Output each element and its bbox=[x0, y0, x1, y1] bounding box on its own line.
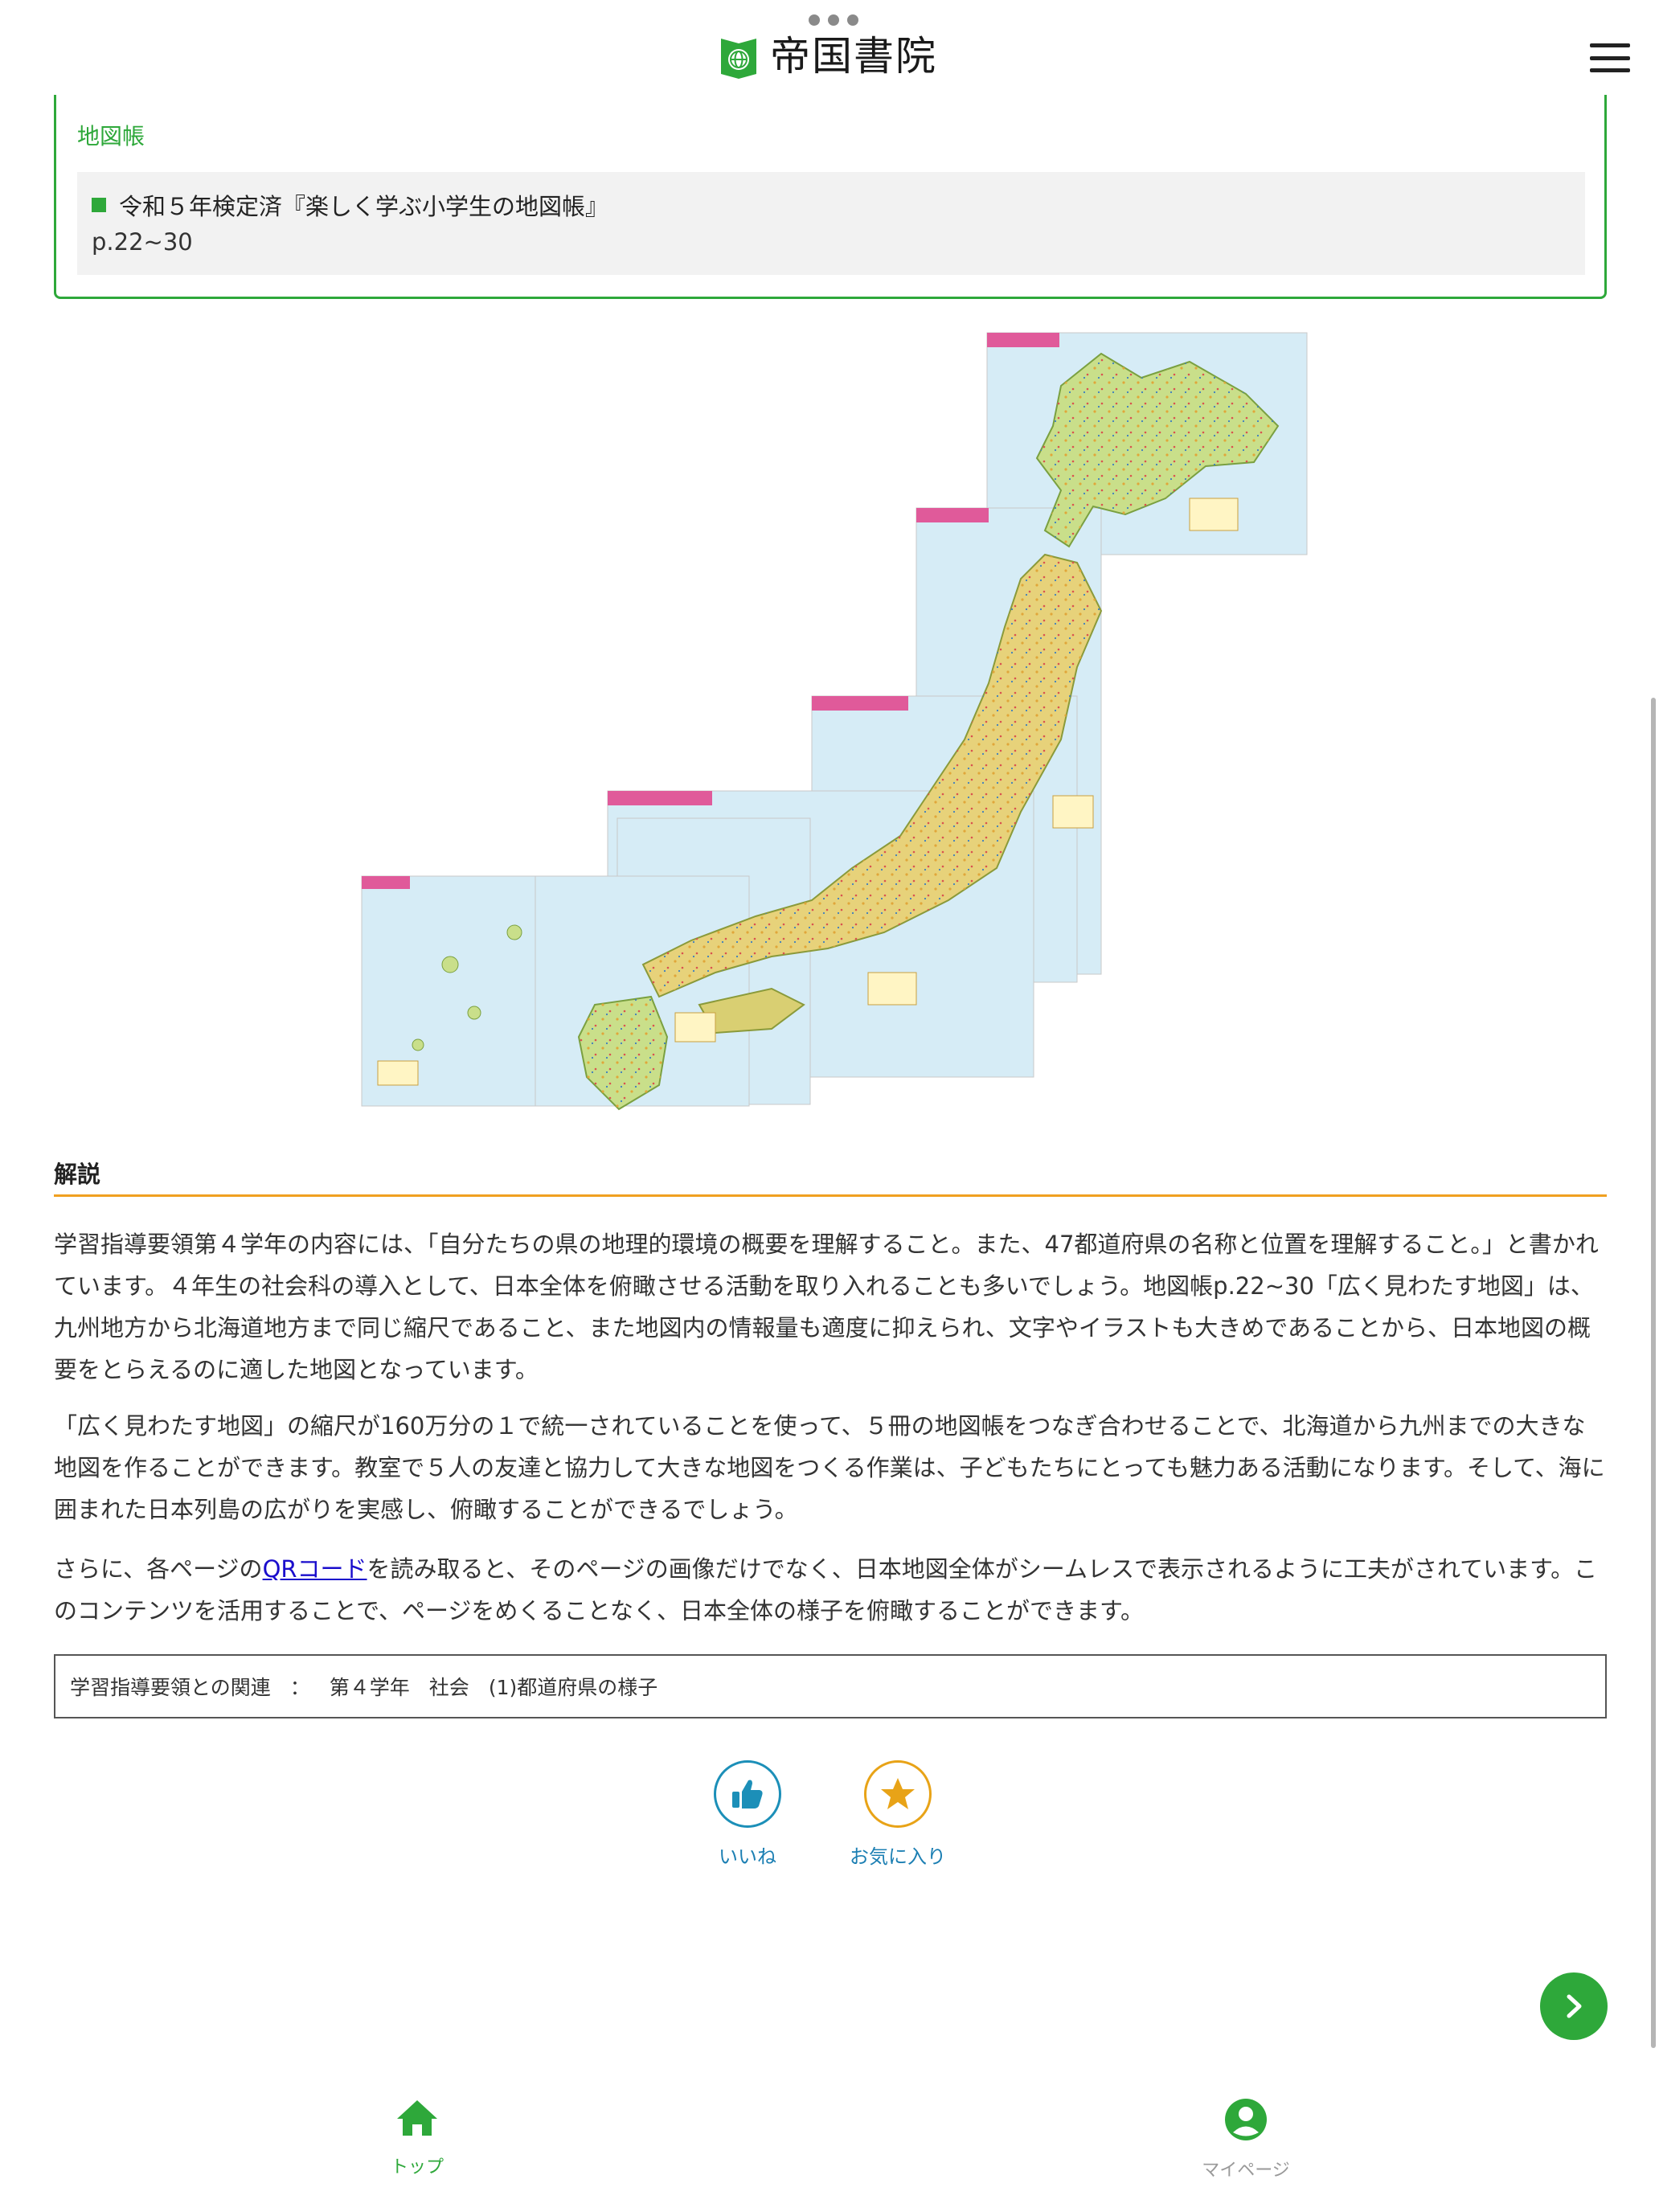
explanation-paragraph-2: 「広く見わたす地図」の縮尺が160万分の１で統一されていることを使って、５冊の地… bbox=[54, 1412, 1605, 1523]
nav-top-label: トップ bbox=[390, 2157, 444, 2177]
scrollbar[interactable] bbox=[1651, 698, 1656, 2048]
relation-subject: 社会 bbox=[428, 1676, 469, 1699]
thumbs-up-icon bbox=[732, 1780, 763, 1809]
like-circle bbox=[714, 1760, 781, 1828]
explanation-heading: 解説 bbox=[54, 1161, 101, 1188]
material-name: 令和５年検定済『楽しく学ぶ小学生の地図帳』 bbox=[119, 193, 609, 220]
relation-separator: ： bbox=[289, 1676, 310, 1699]
curriculum-relation-box: 学習指導要領との関連 ： 第４学年 社会 (1)都道府県の様子 bbox=[54, 1654, 1607, 1718]
star-icon bbox=[881, 1778, 915, 1809]
map-illustration bbox=[361, 332, 1308, 1111]
chevron-right-icon bbox=[1567, 1994, 1582, 2018]
heading-divider bbox=[54, 1194, 1607, 1197]
like-button[interactable]: いいね bbox=[707, 1760, 788, 1869]
app-header: 帝国書院 bbox=[0, 0, 1659, 96]
material-name-row: 令和５年検定済『楽しく学ぶ小学生の地図帳』 bbox=[92, 188, 608, 222]
nav-mypage-label: マイページ bbox=[1202, 2161, 1290, 2181]
bottom-navigation: トップ マイページ bbox=[0, 2074, 1659, 2212]
site-logo[interactable]: 帝国書院 bbox=[719, 31, 937, 82]
japan-map-collage-image bbox=[354, 322, 1318, 1117]
explanation-paragraph-3: さらに、各ページのQRコードを読み取ると、そのページの画像だけでなく、日本地図全… bbox=[54, 1548, 1607, 1632]
favorite-circle bbox=[864, 1760, 932, 1828]
material-box: 地図帳 令和５年検定済『楽しく学ぶ小学生の地図帳』 p.22~30 bbox=[54, 95, 1607, 299]
explanation-paragraph-1: 学習指導要領第４学年の内容には、「自分たちの県の地理的環境の概要を理解すること。… bbox=[54, 1231, 1599, 1383]
material-detail: 令和５年検定済『楽しく学ぶ小学生の地図帳』 p.22~30 bbox=[77, 172, 1585, 275]
paragraph-3-text-before: さらに、各ページの bbox=[54, 1555, 263, 1583]
home-icon bbox=[397, 2100, 437, 2136]
logo-text: 帝国書院 bbox=[770, 33, 937, 80]
favorite-button[interactable]: お気に入り bbox=[838, 1760, 958, 1869]
globe-book-icon bbox=[721, 39, 756, 79]
qr-code-link[interactable]: QRコード bbox=[263, 1555, 367, 1583]
nav-mypage[interactable]: マイページ bbox=[1182, 2098, 1310, 2181]
relation-label: 学習指導要領との関連 bbox=[70, 1676, 271, 1699]
favorite-label: お気に入り bbox=[850, 1845, 946, 1868]
nav-top[interactable]: トップ bbox=[373, 2098, 461, 2178]
more-dots-icon[interactable] bbox=[809, 14, 858, 26]
material-pages: p.22~30 bbox=[92, 228, 193, 256]
like-label: いいね bbox=[719, 1845, 776, 1868]
hamburger-menu-icon[interactable] bbox=[1590, 43, 1630, 72]
material-title: 地図帳 bbox=[77, 123, 145, 150]
user-circle-icon bbox=[1225, 2099, 1267, 2140]
next-page-button[interactable] bbox=[1540, 1972, 1608, 2040]
relation-grade: 第４学年 bbox=[329, 1676, 410, 1699]
bullet-square-icon bbox=[92, 198, 106, 212]
relation-topic: (1)都道府県の様子 bbox=[488, 1676, 658, 1699]
